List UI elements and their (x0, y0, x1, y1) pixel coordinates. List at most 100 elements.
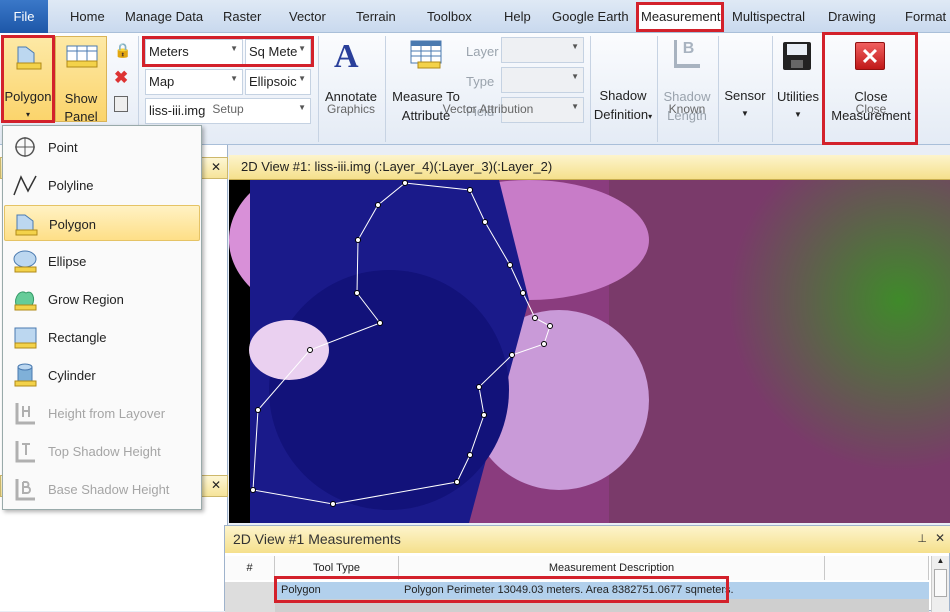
tab-help[interactable]: Help (504, 9, 531, 24)
polygon-vertex[interactable] (541, 341, 547, 347)
polygon-vertex[interactable] (509, 352, 515, 358)
delete-icon[interactable]: ✖ (114, 68, 128, 88)
polygon-vertex[interactable] (467, 187, 473, 193)
polygon-vertex[interactable] (476, 384, 482, 390)
close-group-label: Close (855, 102, 887, 116)
menu-item-grow-region[interactable]: Grow Region (4, 281, 200, 317)
linear-units-select[interactable]: Meters ▼ (145, 39, 243, 65)
tab-format[interactable]: Format (905, 9, 946, 24)
menu-item-label: Grow Region (48, 292, 124, 307)
annotate-button[interactable]: A Annotate (322, 36, 380, 104)
menu-item-cylinder[interactable]: Cylinder (4, 357, 200, 393)
menu-item-label: Height from Layover (48, 406, 166, 421)
tab-toolbox[interactable]: Toolbox (427, 9, 472, 24)
table-row[interactable]: Polygon Polygon Perimeter 13049.03 meter… (275, 582, 929, 599)
utilities-button[interactable]: Utilities ▼ (775, 36, 821, 124)
tab-drawing[interactable]: Drawing (828, 9, 876, 24)
column-header-tool-type[interactable]: Tool Type (275, 556, 399, 580)
file-tab[interactable]: File (0, 0, 48, 33)
tab-google-earth[interactable]: Google Earth (552, 9, 629, 24)
setup-group-label: Setup (212, 102, 244, 116)
tool-type-cell: Polygon (281, 584, 321, 596)
tab-multispectral[interactable]: Multispectral (732, 9, 805, 24)
polygon-icon (15, 214, 38, 236)
shadow-definition-button[interactable]: Shadow Definition▾ (592, 80, 654, 124)
tab-measurement[interactable]: Measurement (639, 4, 723, 29)
export-icon[interactable] (114, 96, 128, 112)
layer-select[interactable]: ▼ (501, 37, 584, 63)
polygon-tool-button[interactable]: Polygon ▾ (2, 36, 54, 122)
polygon-vertex[interactable] (467, 452, 473, 458)
polygon-vertex[interactable] (355, 237, 361, 243)
show-panel-label: Show (64, 91, 98, 106)
scroll-up-icon[interactable]: ▲ (932, 556, 949, 565)
polygon-vertex[interactable] (402, 180, 408, 186)
polygon-vertex[interactable] (375, 202, 381, 208)
close-icon[interactable]: ✕ (211, 160, 221, 174)
dropdown-arrow-icon: ▼ (230, 74, 238, 83)
tab-terrain[interactable]: Terrain (356, 9, 396, 24)
polygon-vertex[interactable] (507, 262, 513, 268)
known-group-label: Known (668, 102, 706, 116)
shadow-length-button[interactable]: B Shadow Length (660, 36, 714, 123)
coord-type-value: Map (149, 74, 175, 89)
pin-icon[interactable]: ⊥ (917, 532, 927, 545)
menu-item-label: Polygon (49, 217, 96, 232)
menu-item-label: Polyline (48, 178, 94, 193)
polygon-vertex[interactable] (520, 290, 526, 296)
tab-home[interactable]: Home (70, 9, 105, 24)
column-header-number[interactable]: # (225, 556, 275, 580)
measurements-panel-header: 2D View #1 Measurements ⊥ ✕ (225, 526, 950, 553)
menu-item-point[interactable]: Point (4, 129, 200, 165)
dropdown-arrow-icon: ▼ (741, 109, 749, 118)
menu-item-polyline[interactable]: Polyline (4, 167, 200, 203)
coordinate-type-select[interactable]: Map ▼ (145, 69, 243, 95)
polygon-label: Polygon (4, 89, 52, 104)
tab-manage-data[interactable]: Manage Data (125, 9, 203, 24)
polygon-vertex[interactable] (547, 323, 553, 329)
polygon-vertex[interactable] (482, 219, 488, 225)
polygon-vertex[interactable] (377, 320, 383, 326)
satellite-image-view[interactable] (229, 180, 950, 523)
ellipse-icon (13, 250, 37, 273)
polygon-vertex[interactable] (307, 347, 313, 353)
polygon-vertex[interactable] (454, 479, 460, 485)
dropdown-arrow-icon: ▼ (230, 44, 238, 53)
menu-item-top-shadow-height[interactable]: Top Shadow Height (4, 433, 200, 469)
polygon-vertex[interactable] (255, 407, 261, 413)
polygon-vertex[interactable] (330, 501, 336, 507)
menu-item-label: Rectangle (48, 330, 107, 345)
tab-raster[interactable]: Raster (223, 9, 261, 24)
ellipsoid-select[interactable]: Ellipsoic ▼ (245, 69, 311, 95)
row-header (225, 582, 275, 612)
cylinder-icon (14, 363, 37, 387)
description-cell: Polygon Perimeter 13049.03 meters. Area … (404, 584, 734, 596)
close-icon[interactable]: ✕ (935, 531, 945, 545)
polygon-vertex[interactable] (354, 290, 360, 296)
menu-item-polygon[interactable]: Polygon (4, 205, 200, 241)
polygon-vertex[interactable] (481, 412, 487, 418)
column-header-description[interactable]: Measurement Description (399, 556, 825, 580)
empty-row-area (275, 599, 929, 612)
polygon-vertex[interactable] (532, 315, 538, 321)
area-units-select[interactable]: Sq Mete ▼ (245, 39, 311, 65)
shadow-definition-label-row: Definition▾ (592, 105, 654, 126)
sensor-button[interactable]: Sensor ▼ (720, 80, 770, 124)
scroll-thumb[interactable] (934, 569, 947, 597)
vertical-scrollbar[interactable]: ▲ (931, 556, 949, 612)
height-icon (15, 403, 35, 425)
show-panel-button[interactable]: Show Panel (55, 36, 107, 124)
close-icon[interactable]: ✕ (211, 478, 221, 492)
polygon-vertex[interactable] (250, 487, 256, 493)
dropdown-arrow-icon: ▼ (298, 44, 306, 53)
type-select[interactable]: ▼ (501, 67, 584, 93)
menu-item-height-from-layover[interactable]: Height from Layover (4, 395, 200, 431)
base-shadow-icon (15, 479, 35, 501)
measurements-panel-title: 2D View #1 Measurements (233, 531, 401, 547)
tab-vector[interactable]: Vector (289, 9, 326, 24)
menu-item-ellipse[interactable]: Ellipse (4, 243, 200, 279)
menu-item-rectangle[interactable]: Rectangle (4, 319, 200, 355)
dropdown-arrow-icon: ▼ (298, 74, 306, 83)
lock-icon[interactable]: 🔒 (114, 42, 131, 59)
menu-item-base-shadow-height[interactable]: Base Shadow Height (4, 471, 200, 507)
